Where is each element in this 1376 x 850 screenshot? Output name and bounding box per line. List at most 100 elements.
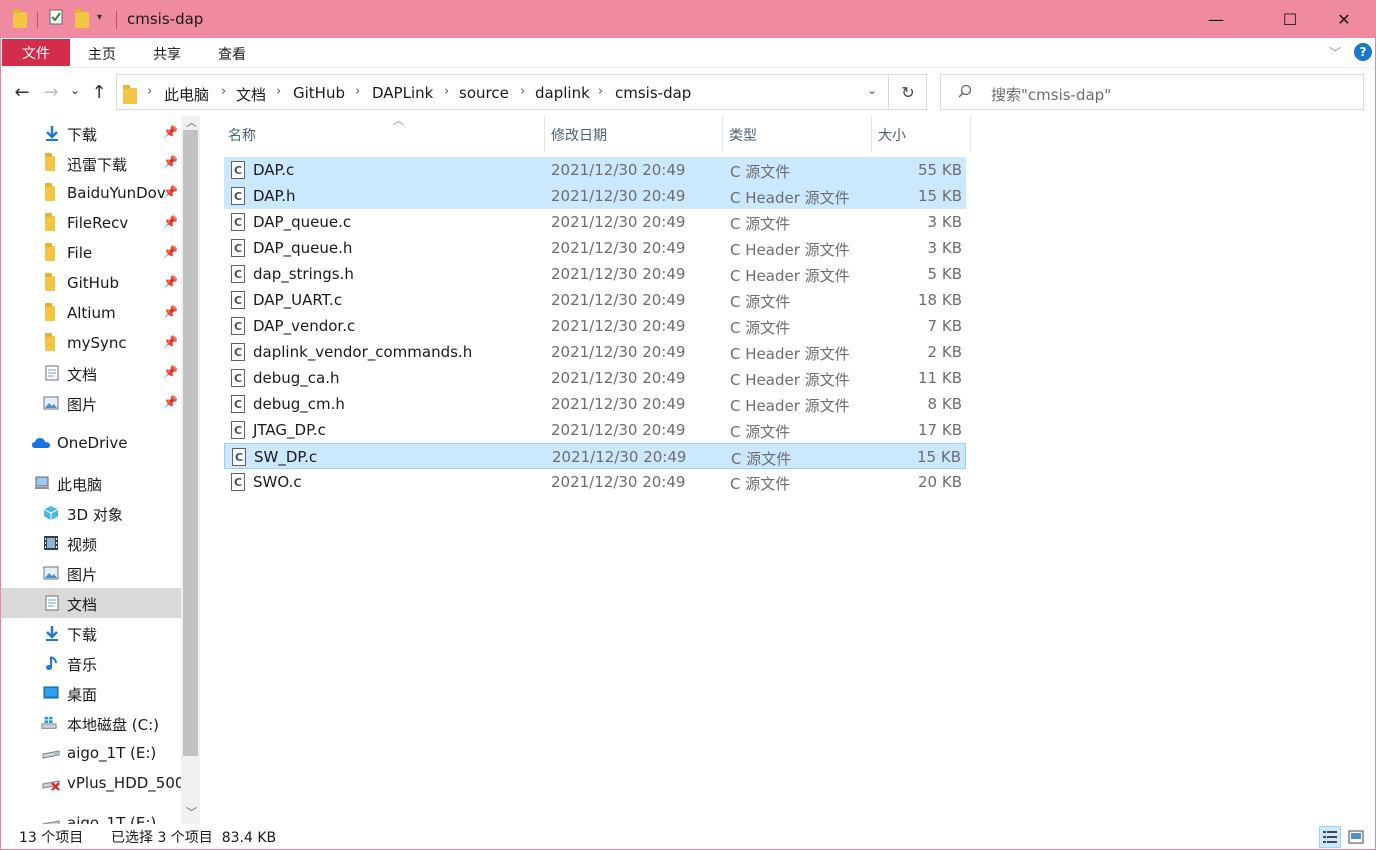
sidebar-item-github[interactable]: GitHub 📌	[1, 268, 181, 298]
breadcrumb-daplink-sub[interactable]: daplink	[535, 84, 590, 102]
address-bar[interactable]: › 此电脑 › 文档 › GitHub › DAPLink › source ›…	[116, 74, 889, 110]
table-row[interactable]: Cdap_strings.h 2021/12/30 20:49 C Header 源…	[224, 261, 966, 287]
sidebar-item-file[interactable]: File 📌	[1, 238, 181, 268]
table-row[interactable]: C DAP_UART.c 2021/12/30 20:49 C 源文件 18 KB	[224, 287, 966, 313]
sidebar-item-label: vPlus_HDD_500	[67, 774, 181, 792]
sidebar-item-videos[interactable]: 视频	[1, 528, 181, 558]
file-date: 2021/12/30 20:49	[551, 421, 686, 439]
breadcrumb-separator[interactable]: ›	[147, 84, 152, 99]
breadcrumb-separator[interactable]: ›	[276, 84, 281, 99]
back-button[interactable]: ←	[12, 80, 32, 104]
tab-file[interactable]: 文件	[2, 39, 70, 66]
close-button[interactable]: ✕	[1321, 1, 1367, 38]
details-view-button[interactable]	[1319, 826, 1341, 848]
chevron-down-icon[interactable]: ⌄	[867, 83, 877, 97]
sidebar-item-documents[interactable]: 文档	[1, 588, 181, 618]
sidebar-item-onedrive[interactable]: OneDrive	[1, 428, 181, 458]
table-row[interactable]: Cdebug_ca.h 2021/12/30 20:49 C Header 源文件 1…	[224, 365, 966, 391]
scrollbar-thumb[interactable]	[183, 130, 198, 756]
table-row[interactable]: C DAP_vendor.c 2021/12/30 20:49 C 源文件 7 KB	[224, 313, 966, 339]
breadcrumb-current[interactable]: cmsis-dap	[615, 84, 691, 102]
sidebar-item-drive-e[interactable]: aigo_1T (E:)	[1, 738, 181, 768]
drive-icon	[42, 820, 60, 824]
help-icon[interactable]: ?	[1354, 43, 1372, 61]
pin-icon: 📌	[163, 335, 178, 349]
table-row[interactable]: Cdebug_cm.h 2021/12/30 20:49 C Header 源文件 8…	[224, 391, 966, 417]
scroll-up-icon[interactable]: ︿	[186, 116, 197, 130]
table-row[interactable]: C DAP_queue.h 2021/12/30 20:49 C Header 源文件…	[224, 235, 966, 261]
breadcrumb-separator[interactable]: ›	[598, 84, 603, 99]
properties-check-icon[interactable]	[49, 9, 65, 29]
sidebar-item-documents-quick[interactable]: 文档 📌	[1, 358, 181, 388]
maximize-button[interactable]: ☐	[1267, 1, 1313, 38]
column-header-type[interactable]: 类型	[723, 116, 872, 152]
breadcrumb-github[interactable]: GitHub	[293, 84, 345, 102]
file-date: 2021/12/30 20:49	[551, 213, 686, 231]
forward-button[interactable]: →	[41, 80, 61, 104]
sidebar-item-xunlei[interactable]: 迅雷下载 📌	[1, 148, 181, 178]
refresh-button[interactable]: ↻	[890, 74, 927, 110]
breadcrumb-separator[interactable]: ›	[444, 84, 449, 99]
sidebar-item-label: 迅雷下载	[67, 156, 128, 174]
sidebar-item-this-pc[interactable]: 此电脑	[1, 468, 181, 498]
sidebar-item-label: BaiduYunDov	[67, 184, 165, 202]
file-size: 3 KB	[927, 213, 962, 231]
table-row[interactable]: C DAP.c 2021/12/30 20:49 C 源文件 55 KB	[224, 157, 966, 183]
large-icons-view-button[interactable]	[1345, 826, 1367, 848]
sidebar-item-altium[interactable]: Altium 📌	[1, 298, 181, 328]
search-placeholder: 搜索"cmsis-dap"	[991, 86, 1112, 104]
sidebar-item-music[interactable]: 音乐	[1, 648, 181, 678]
tab-share[interactable]: 共享	[153, 44, 181, 64]
column-header-date[interactable]: 修改日期	[545, 116, 723, 152]
search-box[interactable]: 搜索"cmsis-dap"	[940, 74, 1364, 110]
recent-locations-dropdown[interactable]: ⌄	[65, 78, 85, 102]
table-row[interactable]: C JTAG_DP.c 2021/12/30 20:49 C 源文件 17 KB	[224, 417, 966, 443]
sidebar-item-drive-c[interactable]: 本地磁盘 (C:)	[1, 708, 181, 738]
sidebar-item-label: 图片	[67, 396, 98, 414]
sidebar-item-pictures[interactable]: 图片	[1, 558, 181, 588]
sidebar-item-mysync[interactable]: mySync 📌	[1, 328, 181, 358]
table-row[interactable]: C SWO.c 2021/12/30 20:49 C 源文件 20 KB	[224, 469, 966, 495]
breadcrumb-this-pc[interactable]: 此电脑	[164, 84, 209, 105]
chevron-down-icon[interactable]: ﹀	[1329, 44, 1341, 61]
scroll-down-icon[interactable]: ﹀	[186, 804, 197, 820]
table-row[interactable]: Cdaplink_vendor_commands.h 2021/12/30 20:…	[224, 339, 966, 365]
sidebar-item-label: mySync	[67, 334, 127, 352]
breadcrumb-separator[interactable]: ›	[355, 84, 360, 99]
customize-qat-dropdown-icon[interactable]: ▾	[97, 12, 113, 32]
file-type: C Header 源文件	[730, 345, 850, 363]
folder-icon	[13, 9, 29, 29]
sidebar-item-filerecv[interactable]: FileRecv 📌	[1, 208, 181, 238]
breadcrumb-daplink[interactable]: DAPLink	[372, 84, 433, 102]
new-folder-icon[interactable]	[75, 9, 91, 29]
column-header-size[interactable]: 大小	[872, 116, 971, 152]
sidebar-scrollbar[interactable]: ︿ ﹀	[181, 116, 200, 824]
file-date: 2021/12/30 20:49	[551, 369, 686, 387]
tab-view[interactable]: 查看	[218, 44, 246, 64]
table-row[interactable]: C DAP.h 2021/12/30 20:49 C Header 源文件 15 KB	[224, 183, 966, 209]
table-row[interactable]: C SW_DP.c 2021/12/30 20:49 C 源文件 15 KB	[224, 443, 966, 469]
sidebar-item-downloads-pc[interactable]: 下载	[1, 618, 181, 648]
sidebar-item-downloads[interactable]: 下载 📌	[1, 118, 181, 148]
picture-icon	[43, 566, 59, 580]
up-button[interactable]: ↑	[89, 80, 109, 104]
breadcrumb-separator[interactable]: ›	[520, 84, 525, 99]
sidebar-item-vplus[interactable]: vPlus_HDD_500	[1, 768, 181, 798]
file-size: 2 KB	[927, 343, 962, 361]
tab-home[interactable]: 主页	[88, 44, 116, 64]
file-date: 2021/12/30 20:49	[551, 265, 686, 283]
sidebar-item-baiduyun[interactable]: BaiduYunDov 📌	[1, 178, 181, 208]
breadcrumb-documents[interactable]: 文档	[236, 84, 266, 105]
sidebar-item-drive-e-2[interactable]: aigo_1T (E:)	[1, 808, 181, 824]
sidebar-item-pictures-quick[interactable]: 图片 📌	[1, 388, 181, 418]
breadcrumb-source[interactable]: source	[459, 84, 509, 102]
c-source-file-icon: C	[231, 291, 245, 309]
file-size: 3 KB	[927, 239, 962, 257]
file-type: C Header 源文件	[730, 371, 850, 389]
minimize-button[interactable]: —	[1193, 1, 1239, 38]
sidebar-item-desktop[interactable]: 桌面	[1, 678, 181, 708]
breadcrumb-separator[interactable]: ›	[221, 84, 226, 99]
table-row[interactable]: C DAP_queue.c 2021/12/30 20:49 C 源文件 3 KB	[224, 209, 966, 235]
sidebar-item-3d-objects[interactable]: 3D 对象	[1, 498, 181, 528]
column-header-name[interactable]: 名称 ︿	[222, 114, 545, 152]
